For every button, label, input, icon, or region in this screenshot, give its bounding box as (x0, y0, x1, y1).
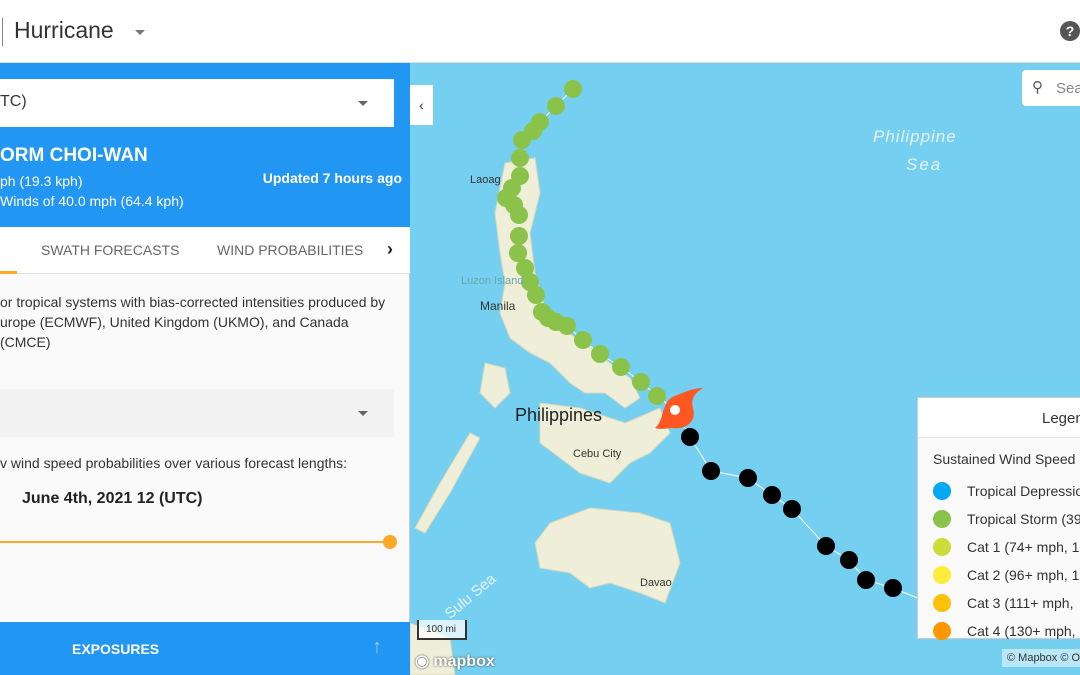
track-point-forecast[interactable] (763, 486, 781, 504)
app-title[interactable]: Hurricane (14, 17, 114, 44)
search-placeholder: Sea (1056, 80, 1080, 97)
legend-item: Cat 2 (96+ mph, 1 (918, 562, 1080, 590)
active-tab-indicator (0, 271, 17, 274)
legend-item-label: Cat 1 (74+ mph, 1 (967, 539, 1080, 555)
attribution[interactable]: © Mapbox © O (1002, 649, 1080, 667)
slider-date: June 4th, 2021 12 (UTC) (22, 490, 203, 507)
track-point-tropical-storm[interactable] (513, 131, 531, 149)
map[interactable]: Philippine Sea Laoag Luzon Island Manila… (410, 63, 1080, 675)
track-point-forecast[interactable] (817, 537, 835, 555)
map-label-sea: Philippine (873, 127, 957, 146)
mapbox-text: mapbox (433, 653, 495, 670)
forecast-slider-thumb[interactable] (383, 535, 397, 549)
storm-name: ORM CHOI-WAN (0, 145, 148, 166)
legend-item-label: Cat 4 (130+ mph, (967, 623, 1076, 639)
side-panel: TC) ORM CHOI-WAN ph (19.3 kph) Winds of … (0, 63, 410, 675)
land-mindoro (479, 362, 511, 409)
track-point-tropical-storm[interactable] (510, 227, 528, 245)
track-point-forecast[interactable] (884, 579, 902, 597)
legend-item-label: Cat 3 (111+ mph, (967, 595, 1074, 611)
legend-item-label: Cat 2 (96+ mph, 1 (967, 567, 1080, 583)
map-label-cebu: Cebu City (573, 448, 622, 460)
map-label-davao: Davao (640, 577, 672, 589)
track-point-tropical-storm[interactable] (574, 331, 592, 349)
tab-swath-forecasts[interactable]: SWATH FORECASTS (41, 242, 179, 258)
storm-movement: ph (19.3 kph) (0, 173, 83, 189)
track-point-tropical-storm[interactable] (591, 345, 609, 363)
chevron-down-icon (358, 411, 368, 416)
legend-item: Cat 3 (111+ mph, (918, 590, 1080, 618)
tab-wind-probabilities[interactable]: WIND PROBABILITIES (217, 242, 363, 258)
legend-color-dot (933, 594, 951, 612)
chevron-down-icon[interactable] (135, 30, 145, 35)
track-point-tropical-storm[interactable] (612, 358, 630, 376)
forecast-slider-track[interactable] (0, 541, 390, 543)
track-point-tropical-storm[interactable] (564, 80, 582, 98)
track-point-tropical-storm[interactable] (527, 286, 545, 304)
track-point-forecast[interactable] (840, 551, 858, 569)
legend-item: Tropical Storm (39 (918, 506, 1080, 534)
map-label-manila: Manila (480, 299, 516, 313)
track-point-forecast[interactable] (739, 469, 757, 487)
description: or tropical systems with bias-corrected … (0, 292, 400, 352)
scale-bar: 100 mi (417, 620, 467, 640)
legend-subtitle: Sustained Wind Speed (933, 451, 1076, 467)
collapse-panel-button[interactable]: ‹ (410, 85, 433, 125)
probabilities-text: v wind speed probabilities over various … (0, 455, 348, 471)
legend-item: Cat 1 (74+ mph, 1 (918, 534, 1080, 562)
track-point-tropical-storm[interactable] (558, 317, 576, 335)
track-point-tropical-storm[interactable] (632, 373, 650, 391)
map-label-laoag: Laoag (470, 174, 501, 186)
forecast-select-value: TC) (0, 93, 27, 110)
land-palawan (414, 432, 481, 534)
legend-color-dot (933, 566, 951, 584)
description-line: urope (ECMWF), United Kingdom (UKMO), an… (0, 314, 349, 350)
track-point-forecast[interactable] (702, 462, 720, 480)
legend-color-dot (933, 510, 951, 528)
legend-item: Tropical Depressio (918, 478, 1080, 506)
storm-header: TC) ORM CHOI-WAN ph (19.3 kph) Winds of … (0, 63, 410, 227)
forecast-select[interactable]: TC) (0, 79, 394, 127)
chevron-down-icon (358, 101, 368, 106)
legend-color-dot (933, 622, 951, 640)
map-label-sea: Sea (906, 155, 943, 174)
exposures-button[interactable]: EXPOSURES ↑ (0, 622, 410, 675)
mapbox-logo[interactable]: ◉ mapbox (415, 651, 495, 671)
chevron-right-icon[interactable]: › (387, 239, 393, 260)
track-point-forecast[interactable] (681, 428, 699, 446)
model-select[interactable] (0, 389, 394, 437)
track-point-forecast[interactable] (783, 500, 801, 518)
track-point-tropical-storm[interactable] (511, 149, 529, 167)
search-icon: ⚲ (1032, 79, 1043, 96)
help-icon[interactable]: ? (1060, 21, 1080, 41)
legend-item-label: Tropical Storm (39 (967, 511, 1080, 527)
legend-color-dot (933, 482, 951, 500)
arrow-up-icon: ↑ (372, 636, 382, 658)
storm-winds: Winds of 40.0 mph (64.4 kph) (0, 193, 184, 209)
divider (2, 18, 3, 46)
legend-title: Legen (918, 398, 1080, 438)
search-input[interactable]: ⚲ Sea (1022, 70, 1080, 106)
legend: Legen Sustained Wind Speed Tropical Depr… (917, 397, 1080, 640)
legend-color-dot (933, 538, 951, 556)
legend-item-label: Tropical Depressio (967, 483, 1080, 499)
track-point-tropical-storm[interactable] (547, 97, 565, 115)
exposures-label: EXPOSURES (72, 641, 160, 657)
track-point-forecast[interactable] (857, 571, 875, 589)
map-label-philippines: Philippines (515, 405, 603, 425)
tab-bar: SWATH FORECASTS WIND PROBABILITIES › (0, 227, 410, 274)
top-bar: Hurricane ? (0, 0, 1080, 63)
description-line: or tropical systems with bias-corrected … (0, 294, 386, 310)
track-point-tropical-storm[interactable] (648, 387, 666, 405)
map-label-luzon: Luzon Island (461, 275, 524, 287)
track-point-tropical-storm[interactable] (510, 206, 528, 224)
legend-item: Cat 4 (130+ mph, (918, 618, 1080, 646)
updated-time: Updated 7 hours ago (262, 170, 402, 186)
